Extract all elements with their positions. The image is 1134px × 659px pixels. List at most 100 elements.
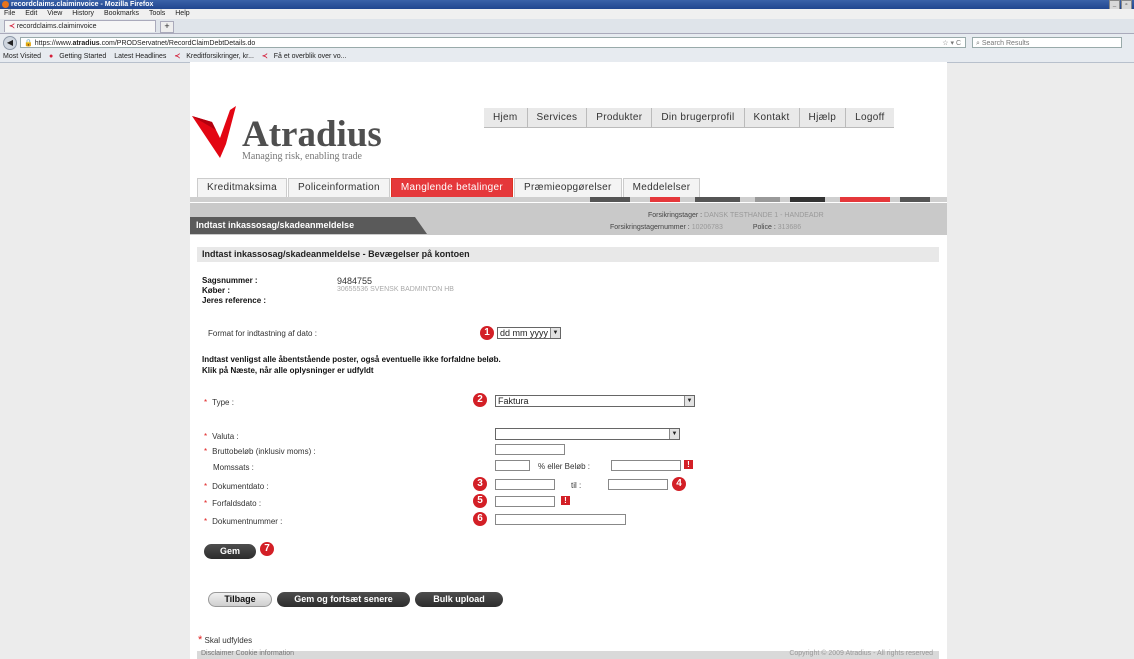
- type-label: * Type :: [204, 398, 234, 407]
- menu-help[interactable]: Help: [175, 10, 189, 17]
- valuta-select[interactable]: ▼: [495, 428, 680, 440]
- chevron-down-icon: ▼: [669, 429, 679, 439]
- moms-label: Momssats :: [213, 463, 254, 472]
- bulk-upload-button[interactable]: Bulk upload: [415, 592, 503, 607]
- bookmark-overblik[interactable]: Få et overblik over vo...: [274, 53, 347, 60]
- tab-praemieopgoerelser[interactable]: Præmieopgørelser: [514, 178, 622, 197]
- chevron-down-icon: ▼: [550, 328, 560, 338]
- brutto-label-text: Bruttobeløb (inklusiv moms) :: [212, 447, 316, 456]
- url-bar[interactable]: 🔒 https://www.atradius.com/PRODServatnet/…: [20, 37, 966, 48]
- forsikringstager-label: Forsikringstager :: [648, 212, 703, 219]
- menu-bar: File Edit View History Bookmarks Tools H…: [0, 9, 1134, 19]
- atradius-logo[interactable]: Atradius Managing risk, enabling trade: [190, 102, 390, 166]
- valuta-label: * Valuta :: [204, 432, 239, 441]
- logo-name: Atradius: [242, 114, 382, 155]
- navigation-bar: ◀ 🔒 https://www.atradius.com/PRODServatne…: [0, 34, 1134, 51]
- required-star: *: [204, 432, 208, 441]
- sagsnummer-value: 9484755: [337, 276, 373, 286]
- main-tabs: Kreditmaksima Policeinformation Manglend…: [197, 178, 701, 197]
- url-prefix: https://www.: [34, 40, 73, 47]
- moms-amount-input[interactable]: [611, 460, 681, 471]
- date-format-select[interactable]: dd mm yyyy ▼: [497, 327, 561, 339]
- tab-kreditmaksima[interactable]: Kreditmaksima: [197, 178, 288, 197]
- type-value: Faktura: [498, 396, 529, 406]
- required-note: * Skal udfyldes: [198, 634, 252, 646]
- marker-6: 6: [473, 512, 487, 526]
- bookmark-getting-started[interactable]: Getting Started: [59, 53, 106, 60]
- dokumentdato-from-input[interactable]: [495, 479, 555, 490]
- bookmark-kreditforsikringer[interactable]: Kreditforsikringer, kr...: [186, 53, 254, 60]
- decorative-stripes: [190, 197, 947, 202]
- nav-produkter[interactable]: Produkter: [587, 108, 653, 127]
- valuta-label-text: Valuta :: [212, 432, 239, 441]
- window-title: recordclaims.claiminvoice - Mozilla Fire…: [11, 1, 154, 8]
- date-format-value: dd mm yyyy: [500, 328, 549, 338]
- bookmark-most-visited[interactable]: Most Visited: [3, 53, 41, 60]
- gem-og-fortsaet-button[interactable]: Gem og fortsæt senere: [277, 592, 410, 607]
- required-star: *: [204, 398, 208, 407]
- nav-logoff[interactable]: Logoff: [846, 108, 893, 127]
- forfaldsdato-input[interactable]: [495, 496, 555, 507]
- menu-view[interactable]: View: [47, 10, 62, 17]
- atradius-bookmark-icon: ≺: [174, 53, 181, 60]
- footer-links[interactable]: Disclaimer Cookie information: [201, 650, 294, 657]
- search-input[interactable]: ⌕ Search Results: [972, 37, 1122, 48]
- required-note-text: Skal udfyldes: [204, 636, 253, 645]
- til-label: til :: [571, 481, 582, 490]
- atradius-bookmark-icon: ≺: [261, 53, 268, 60]
- browser-tab-bar: ≺ recordclaims.claiminvoice +: [0, 19, 1134, 34]
- tab-manglende-betalinger[interactable]: Manglende betalinger: [390, 178, 514, 197]
- dokumentnummer-label: * Dokumentnummer :: [204, 517, 282, 526]
- nav-hjaelp[interactable]: Hjælp: [800, 108, 847, 127]
- search-placeholder: Search Results: [981, 40, 1030, 47]
- koeber-label: Køber :: [202, 286, 230, 295]
- marker-2: 2: [473, 393, 487, 407]
- chevron-down-icon: ▼: [684, 396, 694, 406]
- forfaldsdato-warning-icon: !: [561, 496, 570, 505]
- atradius-favicon-icon: ≺: [9, 23, 17, 30]
- menu-history[interactable]: History: [72, 10, 94, 17]
- moms-percent-input[interactable]: [495, 460, 530, 471]
- forsikringstagernummer-label: Forsikringstagernummer :: [610, 224, 690, 231]
- menu-file[interactable]: File: [4, 10, 15, 17]
- tab-meddelelser[interactable]: Meddelelser: [622, 178, 701, 197]
- gem-button[interactable]: Gem: [204, 544, 256, 559]
- url-suffix: .com/PRODServatnet/RecordClaimDebtDetail…: [99, 40, 256, 47]
- type-label-text: Type :: [212, 398, 234, 407]
- instruction-line-1: Indtast venligst alle åbentstående poste…: [202, 355, 501, 364]
- dokumentnummer-input[interactable]: [495, 514, 626, 525]
- dokumentnummer-label-text: Dokumentnummer :: [212, 517, 283, 526]
- top-navigation: Hjem Services Produkter Din brugerprofil…: [484, 108, 894, 128]
- brutto-input[interactable]: [495, 444, 565, 455]
- type-select[interactable]: Faktura ▼: [495, 395, 695, 407]
- nav-services[interactable]: Services: [528, 108, 588, 127]
- police-value: 313686: [777, 224, 802, 231]
- required-star: *: [204, 447, 208, 456]
- forfaldsdato-label: * Forfaldsdato :: [204, 499, 261, 508]
- bookmark-latest-headlines[interactable]: Latest Headlines: [114, 53, 166, 60]
- getting-started-icon: ●: [48, 53, 54, 60]
- required-star: *: [204, 517, 208, 526]
- menu-edit[interactable]: Edit: [25, 10, 37, 17]
- menu-tools[interactable]: Tools: [149, 10, 165, 17]
- logo-tagline: Managing risk, enabling trade: [242, 151, 363, 162]
- nav-brugerprofil[interactable]: Din brugerprofil: [652, 108, 745, 127]
- tab-policeinformation[interactable]: Policeinformation: [288, 178, 390, 197]
- reference-label: Jeres reference :: [202, 296, 267, 305]
- required-star: *: [198, 634, 203, 646]
- back-button[interactable]: ◀: [3, 36, 17, 50]
- brutto-label: * Bruttobeløb (inklusiv moms) :: [204, 447, 316, 456]
- reload-icon[interactable]: ☆ ▾ C: [942, 38, 961, 49]
- date-format-label: Format for indtastning af dato :: [208, 329, 317, 338]
- marker-4: 4: [672, 477, 686, 491]
- nav-kontakt[interactable]: Kontakt: [745, 108, 800, 127]
- tilbage-button[interactable]: Tilbage: [208, 592, 272, 607]
- new-tab-button[interactable]: +: [160, 21, 174, 33]
- lock-icon: 🔒: [24, 40, 33, 47]
- browser-tab[interactable]: ≺ recordclaims.claiminvoice: [4, 20, 156, 32]
- nav-hjem[interactable]: Hjem: [484, 108, 528, 127]
- sagsnummer-label: Sagsnummer :: [202, 276, 258, 285]
- dokumentdato-label-text: Dokumentdato :: [212, 482, 269, 491]
- dokumentdato-to-input[interactable]: [608, 479, 668, 490]
- menu-bookmarks[interactable]: Bookmarks: [104, 10, 139, 17]
